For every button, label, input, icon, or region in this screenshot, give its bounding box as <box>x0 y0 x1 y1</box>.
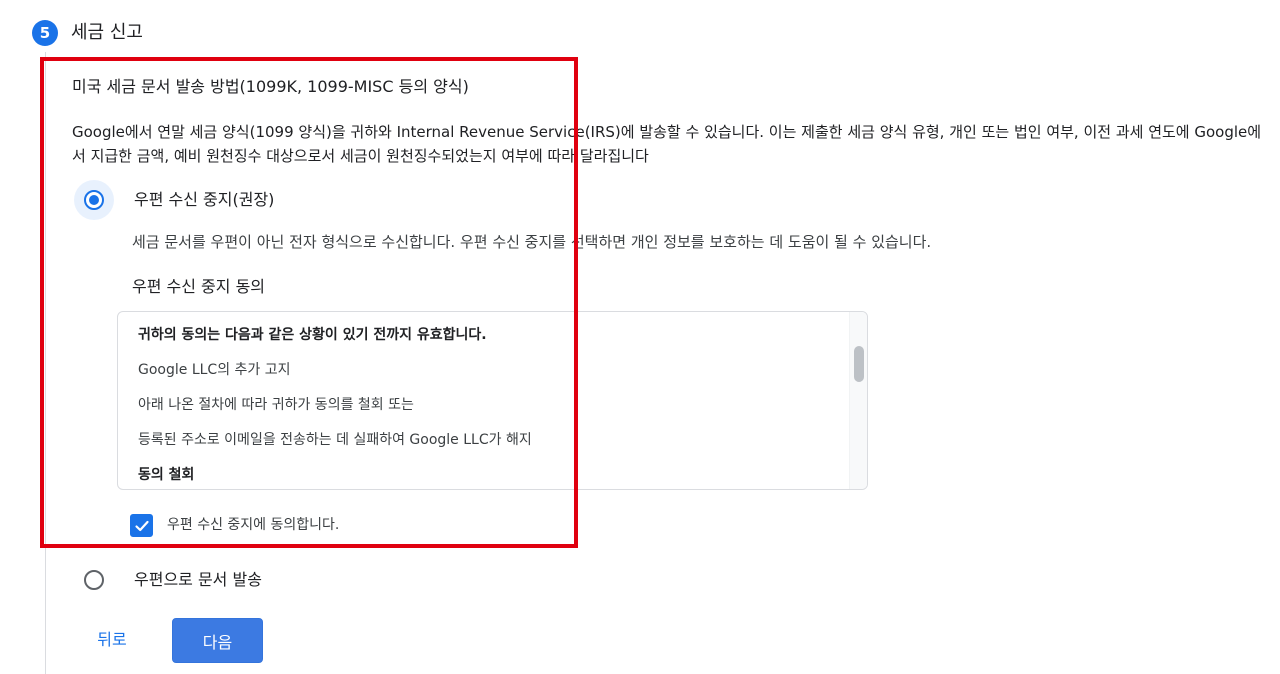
consent-checkbox-label[interactable]: 우편 수신 중지에 동의합니다. <box>167 514 339 536</box>
scrollbar-track[interactable] <box>849 312 867 489</box>
consent-line: Google LLC의 추가 고지 <box>138 362 291 378</box>
consent-scroll-box[interactable]: 귀하의 동의는 다음과 같은 상황이 있기 전까지 유효합니다. Google … <box>117 311 868 490</box>
option-label-mail[interactable]: 우편으로 문서 발송 <box>134 569 262 591</box>
consent-line: 귀하의 동의는 다음과 같은 상황이 있기 전까지 유효합니다. <box>138 327 487 343</box>
consent-title: 우편 수신 중지 동의 <box>132 277 266 296</box>
tax-settings-page: 5 세금 신고 미국 세금 문서 발송 방법(1099K, 1099-MISC … <box>0 0 1280 674</box>
radio-opt-out-mail[interactable] <box>84 190 104 210</box>
step-connector-line <box>45 52 46 674</box>
section-heading: 미국 세금 문서 발송 방법(1099K, 1099-MISC 등의 양식) <box>72 77 469 96</box>
step-number-badge: 5 <box>32 20 58 46</box>
option-label-opt-out[interactable]: 우편 수신 중지(권장) <box>134 189 274 211</box>
scrollbar-thumb[interactable] <box>854 346 864 382</box>
consent-line: 동의 철회 <box>138 467 195 483</box>
consent-checkbox[interactable] <box>130 514 153 537</box>
consent-line: 아래 나온 절차에 따라 귀하가 동의를 철회 또는 <box>138 397 414 413</box>
radio-send-by-mail[interactable] <box>84 570 104 590</box>
section-description: Google에서 연말 세금 양식(1099 양식)을 귀하와 Internal… <box>72 123 1262 165</box>
consent-line: 등록된 주소로 이메일을 전송하는 데 실패하여 Google LLC가 해지 <box>138 432 532 448</box>
back-button[interactable]: 뒤로 <box>84 620 140 660</box>
next-button[interactable]: 다음 <box>172 618 263 663</box>
step-title: 세금 신고 <box>71 22 143 43</box>
checkmark-icon <box>134 520 149 531</box>
option-description-opt-out: 세금 문서를 우편이 아닌 전자 형식으로 수신합니다. 우편 수신 중지를 선… <box>132 233 932 251</box>
consent-text-content: 귀하의 동의는 다음과 같은 상황이 있기 전까지 유효합니다. Google … <box>138 318 838 489</box>
